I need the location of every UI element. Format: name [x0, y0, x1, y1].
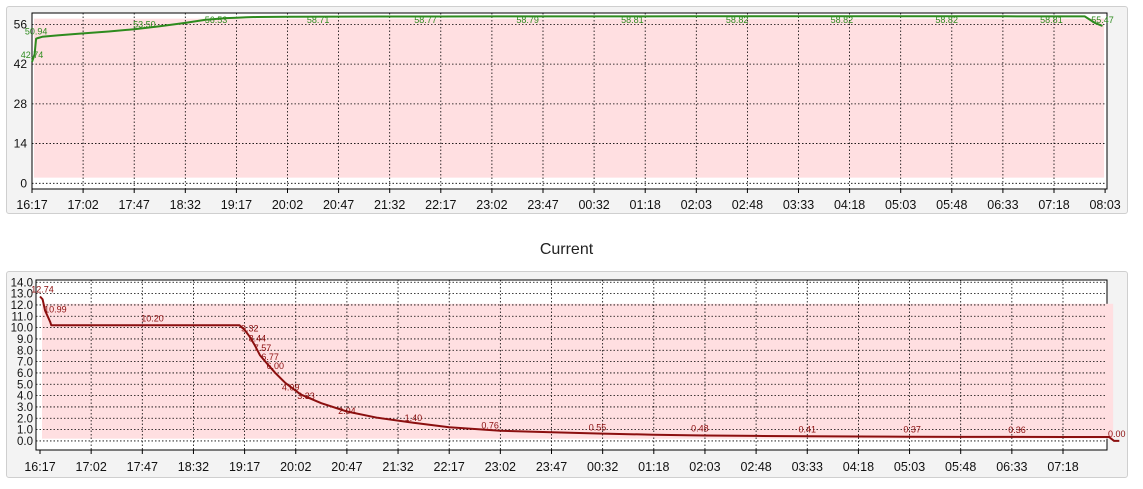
chart-title-current: Current — [539, 241, 594, 258]
current-x-tick-label: 04:18 — [843, 460, 874, 474]
current-x-tick-label: 18:32 — [178, 460, 209, 474]
top-data-label: 58.81 — [621, 15, 644, 25]
current-x-tick-label: 21:32 — [382, 460, 413, 474]
top-x-tick-label: 22:17 — [425, 198, 456, 212]
top-y-tick-label: 0 — [20, 176, 27, 190]
top-x-tick-label: 05:48 — [936, 198, 967, 212]
current-data-label: 0.48 — [691, 423, 709, 433]
current-y-tick-label: 0.0 — [17, 436, 33, 448]
current-y-tick-label: 10.0 — [11, 323, 33, 335]
current-x-tick-label: 00:32 — [587, 460, 618, 474]
current-x-tick-label: 23:02 — [485, 460, 516, 474]
top-x-tick-label: 00:32 — [578, 198, 609, 212]
current-x-tick-label: 16:17 — [24, 460, 55, 474]
top-data-label: 42.74 — [21, 50, 44, 60]
current-x-tick-label: 06:33 — [996, 460, 1027, 474]
current-data-label: 12.74 — [31, 285, 54, 295]
current-shaded-band — [42, 303, 1114, 439]
top-x-tick-label: 02:03 — [681, 198, 712, 212]
top-data-label: 58.81 — [1040, 15, 1063, 25]
current-y-tick-label: 5.0 — [17, 379, 33, 391]
current-data-label: 0.00 — [1108, 429, 1126, 439]
current-x-tick-label: 02:48 — [740, 460, 771, 474]
current-y-tick-label: 3.0 — [17, 402, 33, 414]
top-data-label: 50.94 — [25, 27, 48, 37]
top-x-tick-label: 08:03 — [1089, 198, 1120, 212]
current-y-tick-label: 6.0 — [17, 368, 33, 380]
current-x-tick-label: 03:33 — [792, 460, 823, 474]
current-data-label: 10.99 — [44, 304, 67, 314]
current-data-label: 0.37 — [903, 425, 921, 435]
top-x-tick-label: 06:33 — [987, 198, 1018, 212]
chart-panel-top: 0 14 28 42 56 16:17 17:02 17:47 18:32 19:17 20:02 2… — [6, 6, 1128, 214]
top-x-tick-label: 07:18 — [1038, 198, 1069, 212]
current-data-label: 2.04 — [338, 406, 356, 416]
top-x-tick-label: 20:02 — [272, 198, 303, 212]
top-x-tick-label: 17:02 — [67, 198, 98, 212]
current-x-tick-label: 17:47 — [127, 460, 158, 474]
current-data-label: 10.20 — [141, 313, 164, 323]
top-y-tick-label: 28 — [14, 97, 28, 111]
current-y-tick-label: 8.0 — [17, 345, 33, 357]
current-x-tick-label: 05:03 — [894, 460, 925, 474]
current-x-tick-label: 19:17 — [229, 460, 260, 474]
top-x-tick-label: 19:17 — [221, 198, 252, 212]
current-x-tick-label: 22:17 — [434, 460, 465, 474]
current-y-tick-label: 9.0 — [17, 334, 33, 346]
current-data-label: 0.55 — [589, 423, 607, 433]
current-y-tick-label: 7.0 — [17, 357, 33, 369]
top-x-tick-label: 21:32 — [374, 198, 405, 212]
top-x-tick-label: 20:47 — [323, 198, 354, 212]
current-x-tick-label: 02:03 — [689, 460, 720, 474]
top-data-label: 58.77 — [414, 15, 437, 25]
line-chart-current: 0.01.02.03.04.05.06.07.08.09.010.011.012… — [11, 277, 1126, 474]
current-x-tick-label: 01:18 — [638, 460, 669, 474]
current-x-tick-label: 17:02 — [76, 460, 107, 474]
top-data-label: 58.82 — [726, 15, 749, 25]
current-data-label: 8.44 — [249, 333, 267, 343]
chart-panel-current: 0.0 1.0 2.0 3.0 4.0 5.0 6.0 7.0 8.0 9.0 10.0 11.0 12… — [6, 271, 1128, 478]
top-data-label: 53.50 — [133, 19, 156, 29]
current-data-label: 0.36 — [1008, 425, 1026, 435]
top-shaded-band — [34, 18, 1105, 178]
top-x-tick-label: 02:48 — [732, 198, 763, 212]
top-x-tick-label: 23:47 — [527, 198, 558, 212]
top-x-tick-label: 03:33 — [783, 198, 814, 212]
top-data-label: 58.82 — [935, 15, 958, 25]
top-data-label: 56.53 — [205, 15, 228, 25]
top-y-tick-label: 14 — [14, 137, 28, 151]
current-data-label: 6.00 — [267, 361, 285, 371]
line-chart-top: 01428425616:17 17:02 17:47 18:32 19:17 20:02 2… — [14, 12, 1121, 212]
current-y-tick-label: 14.0 — [11, 277, 33, 289]
top-x-tick-label: 04:18 — [834, 198, 865, 212]
current-data-label: 0.41 — [798, 424, 816, 434]
top-data-label: 58.79 — [516, 15, 539, 25]
top-data-label: 58.82 — [831, 15, 854, 25]
current-x-tick-label: 07:18 — [1047, 460, 1078, 474]
top-data-label: 58.71 — [307, 15, 330, 25]
top-x-tick-label: 23:02 — [476, 198, 507, 212]
current-data-label: 0.76 — [481, 420, 499, 430]
top-x-tick-label: 05:03 — [885, 198, 916, 212]
top-x-tick-label: 18:32 — [170, 198, 201, 212]
top-x-tick-label: 17:47 — [119, 198, 150, 212]
current-y-tick-label: 13.0 — [11, 289, 33, 301]
top-x-tick-label: 16:17 — [16, 198, 47, 212]
current-y-tick-label: 12.0 — [11, 300, 33, 312]
current-data-label: 3.33 — [297, 391, 315, 401]
current-x-tick-label: 20:47 — [331, 460, 362, 474]
current-y-tick-label: 1.0 — [17, 425, 33, 437]
current-y-tick-label: 11.0 — [11, 311, 33, 323]
current-data-label: 1.40 — [405, 413, 423, 423]
current-data-label: 9.32 — [241, 323, 259, 333]
current-x-tick-label: 23:47 — [536, 460, 567, 474]
top-x-tick-label: 01:18 — [630, 198, 661, 212]
top-data-label: 55.47 — [1091, 15, 1114, 25]
current-x-tick-label: 20:02 — [280, 460, 311, 474]
current-x-tick-label: 05:48 — [945, 460, 976, 474]
current-y-tick-label: 2.0 — [17, 413, 33, 425]
current-y-tick-label: 4.0 — [17, 391, 33, 403]
